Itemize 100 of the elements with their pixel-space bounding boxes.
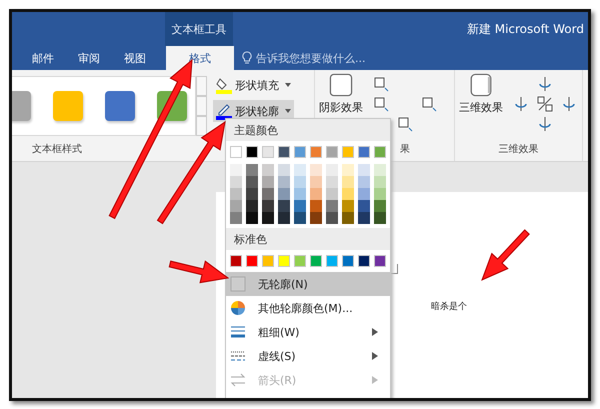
color-swatch[interactable] (342, 164, 354, 176)
percent-icon (537, 96, 553, 112)
color-swatch[interactable] (358, 212, 370, 224)
color-swatch[interactable] (326, 188, 338, 200)
menu-item[interactable]: 粗细(W) (226, 320, 390, 344)
paint-bucket-icon (216, 76, 232, 94)
color-swatch[interactable] (230, 164, 242, 176)
color-swatch[interactable] (278, 212, 290, 224)
color-swatch[interactable] (246, 212, 258, 224)
group-label: 果 (400, 143, 410, 157)
shadow-effects-button[interactable]: 阴影效果 (315, 70, 367, 119)
color-swatch[interactable] (262, 212, 274, 224)
color-swatch[interactable] (278, 255, 290, 267)
color-swatch[interactable] (278, 146, 290, 158)
line-weight-icon (230, 324, 246, 340)
menu-item[interactable]: 虚线(S) (226, 344, 390, 368)
color-swatch[interactable] (374, 212, 386, 224)
gallery-more-button[interactable] (196, 96, 207, 116)
color-swatch[interactable] (246, 200, 258, 212)
color-swatch[interactable] (262, 146, 274, 158)
color-swatch[interactable] (374, 164, 386, 176)
color-swatch[interactable] (262, 188, 274, 200)
gallery-expand-button[interactable] (196, 116, 207, 136)
color-swatch[interactable] (278, 176, 290, 188)
color-swatch[interactable] (230, 176, 242, 188)
color-swatch[interactable] (310, 146, 322, 158)
color-swatch[interactable] (262, 200, 274, 212)
color-swatch[interactable] (230, 255, 242, 267)
color-swatch[interactable] (374, 200, 386, 212)
color-swatch[interactable] (310, 200, 322, 212)
color-swatch[interactable] (358, 188, 370, 200)
shape-fill-button[interactable]: 形状填充 (213, 74, 294, 96)
color-swatch[interactable] (358, 200, 370, 212)
color-swatch[interactable] (326, 164, 338, 176)
tell-me-field[interactable]: 告诉我您想要做什么... (242, 46, 366, 70)
color-swatch[interactable] (246, 146, 258, 158)
color-swatch[interactable] (310, 164, 322, 176)
color-swatch[interactable] (310, 255, 322, 267)
color-swatch[interactable] (326, 200, 338, 212)
nudge-right-icon (421, 96, 437, 112)
color-swatch[interactable] (294, 255, 306, 267)
color-swatch[interactable] (294, 188, 306, 200)
color-swatch[interactable] (246, 255, 258, 267)
ribbon-tab[interactable]: 审阅 (66, 46, 112, 70)
color-swatch[interactable] (278, 188, 290, 200)
color-swatch[interactable] (326, 255, 338, 267)
color-swatch[interactable] (358, 146, 370, 158)
color-swatch[interactable] (246, 188, 258, 200)
color-swatch[interactable] (342, 146, 354, 158)
color-swatch[interactable] (230, 146, 242, 158)
nudge-left-icon (373, 96, 389, 112)
ribbon-tab[interactable]: 邮件 (20, 46, 66, 70)
color-swatch[interactable] (310, 188, 322, 200)
color-swatch[interactable] (358, 164, 370, 176)
color-swatch[interactable] (262, 164, 274, 176)
group-label: 文本框样式 (32, 142, 82, 157)
three-d-effects-button[interactable]: 三维效果 (455, 70, 507, 119)
ribbon-tab[interactable]: 视图 (112, 46, 158, 70)
style-swatch[interactable] (53, 91, 83, 121)
color-swatch[interactable] (342, 176, 354, 188)
color-swatch[interactable] (294, 164, 306, 176)
color-swatch[interactable] (374, 255, 386, 267)
color-swatch[interactable] (326, 176, 338, 188)
color-swatch[interactable] (358, 255, 370, 267)
color-swatch[interactable] (342, 188, 354, 200)
color-swatch[interactable] (262, 176, 274, 188)
color-swatch[interactable] (342, 212, 354, 224)
color-swatch[interactable] (310, 176, 322, 188)
color-swatch[interactable] (294, 200, 306, 212)
color-swatch[interactable] (358, 176, 370, 188)
color-swatch[interactable] (294, 146, 306, 158)
menu-item[interactable]: 其他轮廓颜色(M)... (226, 296, 390, 320)
color-swatch[interactable] (326, 212, 338, 224)
annotation-arrow (168, 260, 230, 284)
menu-item[interactable]: 无轮廓(N) (226, 272, 390, 296)
color-swatch[interactable] (310, 212, 322, 224)
color-swatch[interactable] (230, 188, 242, 200)
color-swatch[interactable] (278, 164, 290, 176)
color-swatch[interactable] (246, 176, 258, 188)
color-swatch[interactable] (262, 255, 274, 267)
color-swatch[interactable] (294, 176, 306, 188)
color-swatch[interactable] (294, 212, 306, 224)
color-swatch[interactable] (374, 188, 386, 200)
color-wheel-icon (230, 300, 246, 316)
color-swatch[interactable] (230, 212, 242, 224)
dropdown-caret-icon (285, 109, 291, 113)
color-swatch[interactable] (374, 176, 386, 188)
color-swatch[interactable] (278, 200, 290, 212)
color-swatch[interactable] (342, 255, 354, 267)
color-swatch[interactable] (342, 200, 354, 212)
nudge-up-icon (373, 76, 389, 92)
color-swatch[interactable] (246, 164, 258, 176)
color-swatch[interactable] (230, 200, 242, 212)
empty-swatch-icon (230, 276, 246, 292)
color-swatch[interactable] (374, 146, 386, 158)
arrows-icon (230, 372, 246, 388)
scroll-up-button[interactable] (196, 76, 207, 96)
color-swatch[interactable] (326, 146, 338, 158)
style-swatch[interactable] (105, 91, 135, 121)
group-label: 三维效果 (498, 142, 540, 157)
